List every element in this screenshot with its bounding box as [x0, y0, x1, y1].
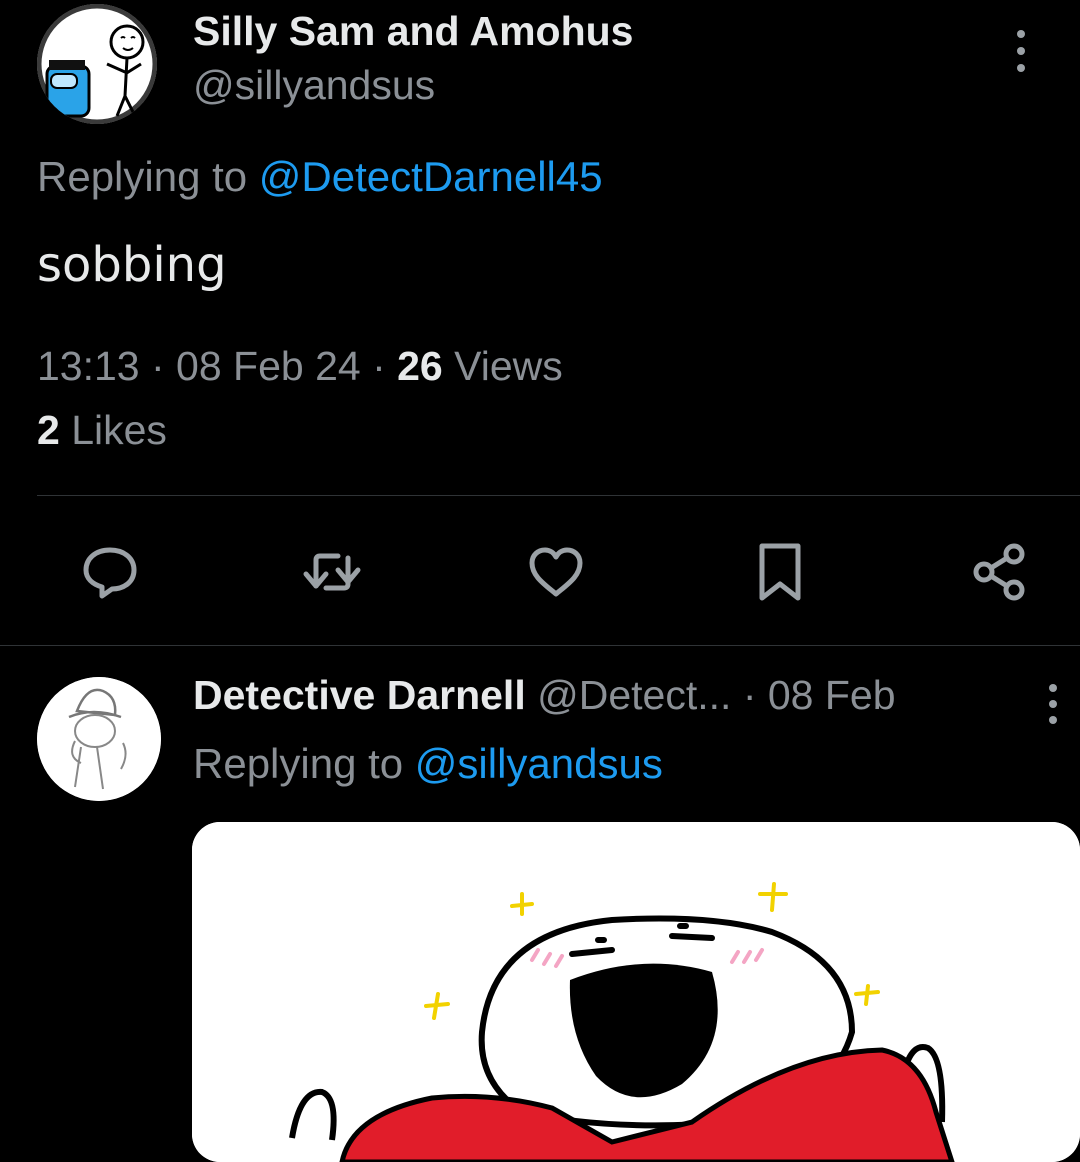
- retweet-icon: [303, 553, 361, 591]
- more-options-icon[interactable]: [1006, 30, 1036, 72]
- meta-separator: ·: [139, 343, 177, 389]
- reply-header: Detective Darnell @Detect... · 08 Feb: [193, 672, 896, 719]
- author-display-name[interactable]: Silly Sam and Amohus: [193, 8, 633, 55]
- reply-author-avatar[interactable]: [37, 677, 161, 801]
- like-button[interactable]: [524, 540, 588, 604]
- reply-author-handle[interactable]: @Detect...: [537, 672, 731, 718]
- heart-icon: [529, 547, 583, 597]
- replying-to-line: Replying to @DetectDarnell45: [37, 153, 603, 201]
- repost-button[interactable]: [300, 540, 364, 604]
- tweet-date[interactable]: 08 Feb 24: [176, 343, 361, 389]
- replying-to-label: Replying to: [37, 153, 259, 200]
- reply-date[interactable]: 08 Feb: [768, 672, 896, 718]
- likes-line[interactable]: 2 Likes: [37, 407, 167, 454]
- meta-separator: ·: [360, 343, 398, 389]
- replying-to-mention[interactable]: @DetectDarnell45: [259, 153, 603, 200]
- reply-replying-to-line: Replying to @sillyandsus: [193, 740, 663, 788]
- replying-to-mention[interactable]: @sillyandsus: [415, 740, 663, 787]
- reply-more-options-icon[interactable]: [1046, 684, 1060, 724]
- views-count: 26: [397, 343, 443, 389]
- tweet-time[interactable]: 13:13: [37, 343, 140, 389]
- bookmark-icon: [759, 543, 801, 601]
- tweet-meta: 13:13 · 08 Feb 24 · 26 Views: [37, 343, 563, 390]
- likes-label: Likes: [59, 407, 167, 453]
- cartoon-avatar-icon: [37, 4, 157, 124]
- likes-count: 2: [37, 407, 60, 453]
- reply-author-name[interactable]: Detective Darnell: [193, 672, 526, 718]
- replying-to-label: Replying to: [193, 740, 415, 787]
- share-icon: [973, 543, 1025, 601]
- tweet-text: sobbing: [37, 237, 227, 293]
- author-handle[interactable]: @sillyandsus: [193, 62, 435, 109]
- views-label: Views: [442, 343, 563, 389]
- divider: [0, 645, 1080, 646]
- detective-avatar-icon: [37, 677, 161, 801]
- bookmark-button[interactable]: [748, 540, 812, 604]
- comment-icon: [83, 547, 137, 599]
- reply-media-image[interactable]: [192, 822, 1080, 1162]
- meta-separator: ·: [731, 672, 768, 718]
- divider: [37, 495, 1080, 496]
- reply-button[interactable]: [78, 540, 142, 604]
- author-avatar[interactable]: [37, 4, 157, 124]
- laughing-cartoon-image: [192, 822, 1080, 1162]
- share-button[interactable]: [968, 540, 1032, 604]
